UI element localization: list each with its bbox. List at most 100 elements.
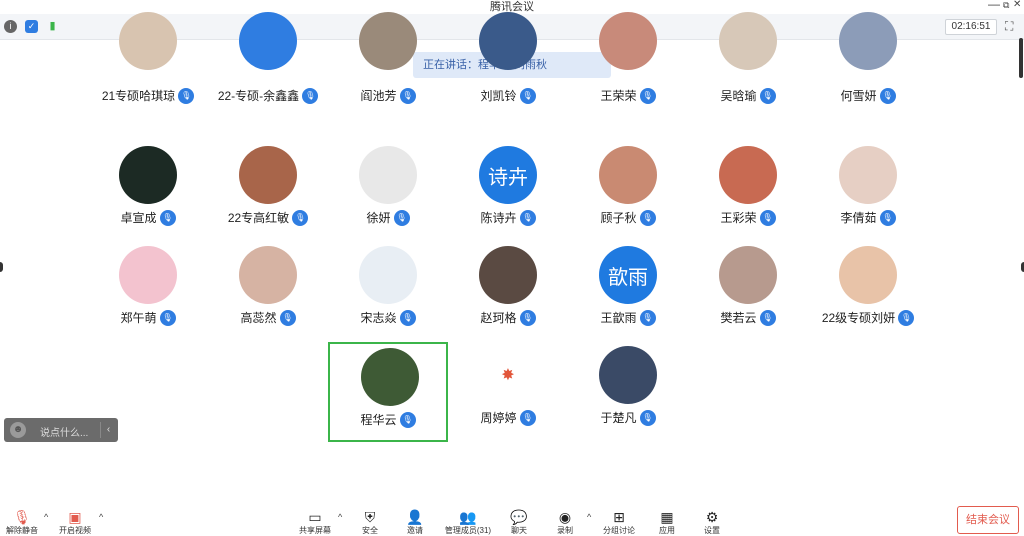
participant-tile[interactable]: 卓宣成 🎙 bbox=[88, 142, 208, 242]
chat-placeholder[interactable]: 说点什么... bbox=[40, 424, 88, 439]
participant-name: 刘凯铃 bbox=[480, 89, 517, 103]
participant-tile[interactable]: 赵珂格 🎙 bbox=[448, 242, 568, 342]
participant-tile[interactable]: 22-专硕-余鑫鑫 🎙 bbox=[208, 12, 328, 150]
participant-tile[interactable]: 王荣荣 🎙 bbox=[568, 12, 688, 150]
breakout-icon: ⊞ bbox=[613, 509, 625, 525]
participant-name-row: 22级专硕刘妍 🎙 bbox=[808, 309, 928, 326]
invite-label: 邀请 bbox=[407, 526, 423, 535]
chat-input-box[interactable]: ☻ 说点什么... ‹ bbox=[4, 418, 118, 442]
participant-tile[interactable]: 歆雨 王歆雨 🎙 bbox=[568, 242, 688, 342]
mic-icon: 🎙 bbox=[759, 309, 776, 326]
minimize-icon[interactable]: — bbox=[988, 0, 1000, 11]
participant-tile[interactable]: 徐妍 🎙 bbox=[328, 142, 448, 242]
avatar bbox=[599, 12, 657, 70]
participant-name: 赵珂格 bbox=[480, 311, 517, 325]
participant-tile[interactable]: 22级专硕刘妍 🎙 bbox=[808, 242, 928, 342]
mic-icon: 🎙 bbox=[879, 209, 896, 226]
video-button[interactable]: ▣ 开启视频 bbox=[53, 508, 97, 536]
scrollbar-thumb[interactable] bbox=[1019, 38, 1023, 78]
chat-icon: 💬 bbox=[510, 509, 528, 525]
participant-tile[interactable]: 顾子秋 🎙 bbox=[568, 142, 688, 242]
mute-button[interactable]: 🎙 解除静音 bbox=[0, 508, 44, 536]
participant-name: 22级专硕刘妍 bbox=[821, 311, 896, 325]
share-options-caret-icon[interactable]: ^ bbox=[338, 512, 342, 522]
participant-tile[interactable]: 李倩茹 🎙 bbox=[808, 142, 928, 242]
participant-tile[interactable]: 诗卉 陈诗卉 🎙 bbox=[448, 142, 568, 242]
participant-tile[interactable]: 郑午萌 🎙 bbox=[88, 242, 208, 342]
record-button[interactable]: ◉ 录制 bbox=[543, 508, 587, 536]
participant-name-row: 22专高红敏 🎙 bbox=[208, 209, 328, 226]
mic-icon: 🎙 bbox=[519, 209, 536, 226]
participant-grid: 21专硕哈琪琼 🎙 22-专硕-余鑫鑫 🎙 阎池芳 🎙 刘凯铃 🎙 王荣荣 🎙 吴晗瑜 🎙 何雪妍 🎙 卓宣… bbox=[88, 12, 928, 442]
emoji-icon[interactable]: ☻ bbox=[10, 422, 26, 438]
avatar bbox=[599, 146, 657, 204]
shield-icon[interactable]: ✓ bbox=[25, 20, 38, 33]
participant-name: 21专硕哈琪琼 bbox=[101, 89, 176, 103]
avatar bbox=[599, 346, 657, 404]
shield-icon: ⛨ bbox=[364, 509, 376, 525]
members-icon: 👥 bbox=[459, 509, 477, 525]
mic-icon: 🎙 bbox=[393, 209, 410, 226]
mic-icon: 🎙 bbox=[639, 409, 656, 426]
mic-icon: 🎙 bbox=[639, 209, 656, 226]
participant-tile[interactable]: 何雪妍 🎙 bbox=[808, 12, 928, 150]
restore-icon[interactable]: ⧉ bbox=[1003, 0, 1009, 11]
participant-tile[interactable]: 22专高红敏 🎙 bbox=[208, 142, 328, 242]
avatar bbox=[119, 246, 177, 304]
bottom-toolbar: 🎙 解除静音 ^ ▣ 开启视频 ^ ▭ 共享屏幕 ^ ⛨ 安全 👤 邀请 👥 管… bbox=[0, 500, 1024, 536]
mic-icon: 🎙 bbox=[879, 87, 896, 104]
settings-button[interactable]: ⚙ 设置 bbox=[690, 508, 734, 536]
avatar: 歆雨 bbox=[599, 246, 657, 304]
breakout-button[interactable]: ⊞ 分组讨论 bbox=[597, 508, 641, 536]
participant-name-row: 樊若云 🎙 bbox=[688, 309, 808, 326]
participant-name: 陈诗卉 bbox=[480, 211, 517, 225]
participant-name-row: 顾子秋 🎙 bbox=[568, 209, 688, 226]
participant-name: 徐妍 bbox=[366, 211, 391, 225]
record-options-caret-icon[interactable]: ^ bbox=[587, 512, 591, 522]
apps-button[interactable]: ▦ 应用 bbox=[645, 508, 689, 536]
mic-icon: 🎙 bbox=[759, 87, 776, 104]
participant-tile[interactable]: 刘凯铃 🎙 bbox=[448, 12, 568, 150]
end-meeting-button[interactable]: 结束会议 bbox=[957, 506, 1019, 534]
mute-options-caret-icon[interactable]: ^ bbox=[44, 512, 48, 522]
apps-label: 应用 bbox=[659, 526, 675, 535]
participant-name: 王荣荣 bbox=[600, 89, 637, 103]
invite-button[interactable]: 👤 邀请 bbox=[393, 508, 437, 536]
participant-name-row: 程华云 🎙 bbox=[330, 411, 446, 428]
participant-tile[interactable]: 高蕊然 🎙 bbox=[208, 242, 328, 342]
security-button[interactable]: ⛨ 安全 bbox=[348, 508, 392, 536]
participant-tile[interactable]: ✸ 周婷婷 🎙 bbox=[448, 342, 568, 442]
participant-tile[interactable]: 程华云 🎙 bbox=[328, 342, 448, 442]
participant-tile[interactable]: 樊若云 🎙 bbox=[688, 242, 808, 342]
participant-tile[interactable]: 宋志焱 🎙 bbox=[328, 242, 448, 342]
participant-tile[interactable]: 吴晗瑜 🎙 bbox=[688, 12, 808, 150]
participant-tile[interactable]: 21专硕哈琪琼 🎙 bbox=[88, 12, 208, 150]
manage-members-button[interactable]: 👥 管理成员(31) bbox=[440, 508, 496, 536]
participant-name-row: 于楚凡 🎙 bbox=[568, 409, 688, 426]
participant-tile[interactable]: 王彩荣 🎙 bbox=[688, 142, 808, 242]
avatar bbox=[119, 12, 177, 70]
close-icon[interactable]: ✕ bbox=[1013, 0, 1021, 10]
participant-name: 樊若云 bbox=[720, 311, 757, 325]
participant-name-row: 郑午萌 🎙 bbox=[88, 309, 208, 326]
participant-name: 宋志焱 bbox=[360, 311, 397, 325]
participant-name: 卓宣成 bbox=[120, 211, 157, 225]
chat-button[interactable]: 💬 聊天 bbox=[497, 508, 541, 536]
participant-tile[interactable]: 于楚凡 🎙 bbox=[568, 342, 688, 442]
participant-tile[interactable]: 阎池芳 🎙 bbox=[328, 12, 448, 150]
participant-name-row: 何雪妍 🎙 bbox=[808, 87, 928, 104]
video-options-caret-icon[interactable]: ^ bbox=[99, 512, 103, 522]
share-screen-button[interactable]: ▭ 共享屏幕 bbox=[293, 508, 337, 536]
info-icon[interactable]: i bbox=[4, 20, 17, 33]
mic-icon: 🎙 bbox=[399, 309, 416, 326]
security-label: 安全 bbox=[362, 526, 378, 535]
avatar bbox=[359, 246, 417, 304]
collapse-chat-icon[interactable]: ‹ bbox=[100, 422, 116, 438]
avatar bbox=[719, 246, 777, 304]
signal-icon[interactable]: ▮ bbox=[46, 20, 59, 33]
fullscreen-icon[interactable]: ⛶ bbox=[1005, 19, 1019, 33]
prev-page-handle[interactable] bbox=[0, 262, 3, 272]
mic-icon: 🎙 bbox=[279, 309, 296, 326]
avatar bbox=[719, 146, 777, 204]
avatar bbox=[239, 12, 297, 70]
